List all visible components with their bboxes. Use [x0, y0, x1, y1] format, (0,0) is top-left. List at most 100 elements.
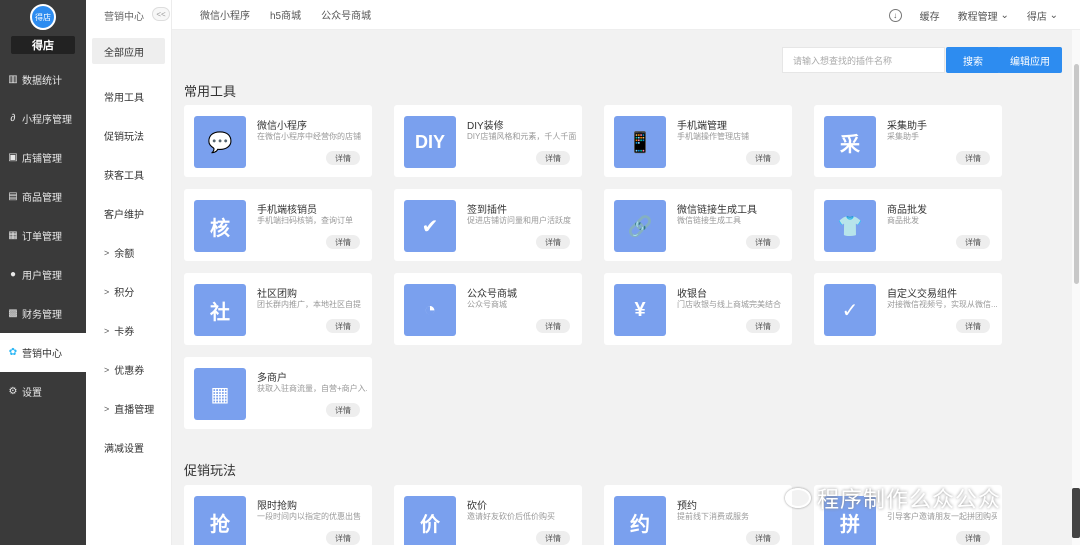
subnav-item-9[interactable]: > 直播管理 [86, 389, 171, 428]
subnav-item-label: 全部应用 [104, 47, 144, 59]
tutorial-menu[interactable]: 教程管理 ⌄ [958, 8, 1009, 23]
app-card[interactable]: 💬 微信小程序 在微信小程序中经营你的店铺 详情 [184, 105, 372, 177]
detail-button[interactable]: 详情 [326, 403, 360, 417]
subnav-item-2[interactable]: 促销玩法 [86, 116, 171, 155]
app-card-title: 限时抢购 [257, 501, 297, 512]
wholesale-icon: 👕 [824, 200, 876, 252]
edit-apps-button[interactable]: 编辑应用 [998, 47, 1062, 73]
section-title-common-tools: 常用工具 [184, 84, 237, 99]
app-card[interactable]: 采采集助手 采集助手 详情 [814, 105, 1002, 177]
collapse-button[interactable]: << [152, 7, 170, 21]
detail-button[interactable]: 详情 [536, 151, 570, 165]
chain-icon: 🔗 [614, 200, 666, 252]
app-card[interactable]: 🔗 微信链接生成工具 微信链接生成工具 详情 [604, 189, 792, 261]
subnav-item-label: 积分 [114, 288, 135, 299]
shop-name[interactable]: 得店 [11, 36, 75, 54]
app-card[interactable]: DIY DIY装修 DIY店铺风格和元素，千人千面 详情 [394, 105, 582, 177]
finance-icon: ▩ [8, 308, 18, 319]
sidebar-item-7[interactable]: ✿ 营销中心 [0, 333, 86, 372]
detail-button[interactable]: 详情 [536, 235, 570, 249]
subnav-item-8[interactable]: > 优惠券 [86, 350, 171, 389]
detail-button[interactable]: 详情 [536, 319, 570, 333]
app-card[interactable]: ¥ 收银台 门店收银与线上商城完美结合 详情 [604, 273, 792, 345]
app-root: 得店 得店 ▥ 数据统计 ∂ 小程序管理 ▣ 店铺管理 ▤ 商品管理 ▦ 订单管理 ● 用户管理 ▩ 财务… [0, 0, 1080, 545]
app-card[interactable]: 核手机端核销员 手机端扫码核销，查询订单 详情 [184, 189, 372, 261]
subnav-item-10[interactable]: 满减设置 [86, 428, 171, 467]
subnav-item-5[interactable]: > 余额 [86, 233, 171, 272]
detail-button[interactable]: 详情 [956, 531, 990, 545]
app-card-title: 微信小程序 [257, 121, 307, 132]
sidebar-item-label: 店铺管理 [22, 154, 62, 165]
subnav-item-label: 常用工具 [104, 93, 144, 104]
detail-button[interactable]: 详情 [326, 151, 360, 165]
search-button[interactable]: 搜索 [946, 47, 1000, 73]
logo[interactable]: 得店 [30, 4, 56, 30]
subnav-item-4[interactable]: 客户维护 [86, 194, 171, 233]
calendar-icon: ✔ [404, 200, 456, 252]
cache-button[interactable]: 缓存 [920, 8, 940, 23]
sidebar-item-1[interactable]: ∂ 小程序管理 [0, 99, 86, 138]
subnav-item-0[interactable]: 全部应用 [92, 38, 165, 64]
detail-button[interactable]: 详情 [536, 531, 570, 545]
search-input[interactable]: 请输入想查找的插件名称 [782, 47, 945, 73]
app-card[interactable]: ✔ 签到插件 促进店铺访问量和用户活跃度 详情 [394, 189, 582, 261]
subnav-item-7[interactable]: > 卡券 [86, 311, 171, 350]
detail-button[interactable]: 详情 [746, 235, 780, 249]
sidebar-item-label: 设置 [22, 388, 42, 399]
diy-icon: DIY [404, 116, 456, 168]
sidebar-item-0[interactable]: ▥ 数据统计 [0, 60, 86, 99]
component-icon: ✓ [824, 284, 876, 336]
side-grip[interactable] [1072, 488, 1080, 538]
sidebar-item-6[interactable]: ▩ 财务管理 [0, 294, 86, 333]
sidebar-item-3[interactable]: ▤ 商品管理 [0, 177, 86, 216]
detail-button[interactable]: 详情 [956, 235, 990, 249]
subnav-item-label: 优惠券 [114, 366, 145, 377]
app-card[interactable]: ✓ 自定义交易组件 对接微信视频号，实现从微信... 详情 [814, 273, 1002, 345]
subnav-item-label: 余额 [114, 249, 135, 260]
app-card-desc: 采集助手 [887, 132, 919, 141]
app-card-desc: 手机端操作管理店铺 [677, 132, 749, 141]
watermark-text: 程序制作么众公众 [817, 487, 1002, 512]
app-card[interactable]: ◔ 公众号商城 公众号商城 详情 [394, 273, 582, 345]
app-card-desc: 提前线下消费或服务 [677, 512, 749, 521]
detail-button[interactable]: 详情 [326, 531, 360, 545]
sidebar-item-4[interactable]: ▦ 订单管理 [0, 216, 86, 255]
detail-button[interactable]: 详情 [746, 151, 780, 165]
chevron-right-icon: > [104, 247, 110, 258]
download-icon[interactable]: ↓ [888, 8, 902, 22]
sidebar-item-label: 财务管理 [22, 310, 62, 321]
detail-button[interactable]: 详情 [326, 319, 360, 333]
tab-2[interactable]: 公众号商城 [321, 7, 371, 22]
detail-button[interactable]: 详情 [956, 319, 990, 333]
sidebar-item-8[interactable]: ⚙ 设置 [0, 372, 86, 411]
app-card[interactable]: ▦ 多商户 获取入驻商流量，自营+商户入... 详情 [184, 357, 372, 429]
subnav-item-1[interactable]: 常用工具 [86, 77, 171, 116]
detail-button[interactable]: 详情 [326, 235, 360, 249]
sidebar-item-2[interactable]: ▣ 店铺管理 [0, 138, 86, 177]
detail-button[interactable]: 详情 [956, 151, 990, 165]
sidebar-item-5[interactable]: ● 用户管理 [0, 255, 86, 294]
user-menu[interactable]: 得店 ⌄ [1027, 8, 1058, 23]
app-card[interactable]: 社社区团购 团长群内推广，本地社区自提 详情 [184, 273, 372, 345]
app-card[interactable]: 👕 商品批发 商品批发 详情 [814, 189, 1002, 261]
app-card[interactable]: 抢限时抢购 一段时间内以指定的优惠出售 详情 [184, 485, 372, 545]
cashier-icon: ¥ [614, 284, 666, 336]
scrollbar[interactable] [1072, 30, 1080, 545]
app-card[interactable]: 📱 手机端管理 手机端操作管理店铺 详情 [604, 105, 792, 177]
subnav-item-6[interactable]: > 积分 [86, 272, 171, 311]
scrollbar-thumb[interactable] [1074, 64, 1079, 284]
phone-icon: 📱 [614, 116, 666, 168]
app-card[interactable]: 约预约 提前线下消费或服务 详情 [604, 485, 792, 545]
subnav-item-3[interactable]: 获客工具 [86, 155, 171, 194]
user-label: 得店 [1026, 11, 1047, 23]
app-card-desc: 微信链接生成工具 [677, 216, 741, 225]
tutorial-label: 教程管理 [957, 11, 998, 23]
detail-button[interactable]: 详情 [746, 319, 780, 333]
app-card[interactable]: 价砍价 邀请好友砍价后低价购买 详情 [394, 485, 582, 545]
detail-button[interactable]: 详情 [746, 531, 780, 545]
tab-0[interactable]: 微信小程序 [200, 7, 250, 22]
subnav-item-label: 客户维护 [104, 210, 144, 221]
subnav-item-label: 促销玩法 [104, 132, 144, 143]
app-card-desc: DIY店铺风格和元素，千人千面 [467, 132, 577, 141]
tab-1[interactable]: h5商城 [270, 7, 301, 22]
